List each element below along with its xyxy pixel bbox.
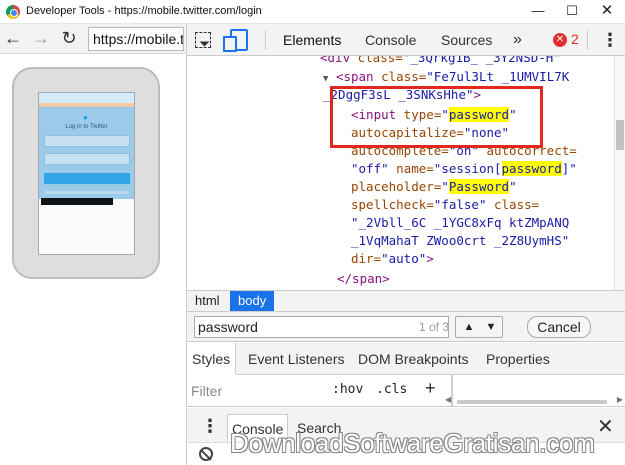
devtools-menu-icon[interactable]: ⋮ [601,28,619,52]
tree-line[interactable]: spellcheck="false" class= [351,196,539,214]
devtools-toolbar: Elements Console Sources » ✕ 2 ⋮ [186,24,625,56]
tab-event-listeners[interactable]: Event Listeners [248,343,345,375]
styles-filter-bar: Filter :hov .cls + ◀ ▶ [186,375,625,407]
search-nav-group: ▲ ▼ [455,316,503,338]
twitter-bird-icon: ● [83,113,88,122]
device-frame: ● Log in to Twitter [12,67,160,279]
styles-filter-input[interactable]: Filter [191,383,222,399]
maximize-button[interactable]: ☐ [554,0,590,24]
error-count[interactable]: 2 [571,31,579,47]
tab-styles[interactable]: Styles [187,343,237,375]
search-match: Password [448,179,510,194]
highlight-box-annotation [330,86,543,148]
search-next-button[interactable]: ▼ [480,317,502,337]
search-match: password [501,161,562,176]
tree-scrollbar[interactable] [614,56,625,290]
tree-line[interactable]: _1VqMahaT ZWoo0crt _2Z8UymHS" [351,232,569,250]
search-match-count: 1 of 3 [419,320,450,334]
close-window-button[interactable]: ✕ [589,0,625,24]
password-field[interactable] [44,153,130,165]
search-input[interactable]: password [194,316,449,338]
element-highlight-overlay: ● Log in to Twitter [39,107,134,199]
tree-line[interactable]: "off" name="session[password]" [351,160,577,178]
tab-sources[interactable]: Sources [441,24,492,56]
class-toggle[interactable]: .cls [376,382,407,397]
breadcrumb-body[interactable]: body [230,291,275,311]
breadcrumb-html[interactable]: html [187,291,228,311]
tree-line[interactable]: </span> [337,270,390,288]
minimize-button[interactable]: — [520,0,556,24]
device-toolbar-icon[interactable] [223,29,248,52]
tree-line[interactable]: dir="auto"> [351,250,434,268]
tree-line[interactable]: ▼ <span class="Fe7ul3Lt _1UMVIL7K [323,68,569,86]
address-bar[interactable]: https://mobile.twitter.com/login [88,27,184,51]
tree-line[interactable]: placeholder="Password" [351,178,517,196]
username-field[interactable] [44,135,130,147]
forward-button[interactable]: → [30,27,52,49]
element-tooltip [41,198,113,205]
device-viewport: ● Log in to Twitter [0,55,185,465]
styles-horizontal-scrollbar[interactable]: ◀ ▶ [445,395,623,405]
add-style-rule-button[interactable]: + [425,378,436,399]
tab-console[interactable]: Console [365,24,416,56]
collapse-triangle-icon[interactable]: ▼ [323,74,328,84]
cancel-button[interactable]: Cancel [527,316,591,338]
window-title: Developer Tools - https://mobile.twitter… [26,5,262,17]
tab-properties[interactable]: Properties [486,343,550,375]
hover-state-toggle[interactable]: :hov [332,382,363,397]
drawer-menu-icon[interactable]: ⋮ [201,416,219,437]
breadcrumb: html body [186,290,625,312]
inspect-element-icon[interactable] [195,32,211,48]
sidebar-tabs: Styles Event Listeners DOM Breakpoints P… [186,343,625,375]
watermark: DownloadSoftwareGratisan.com [230,428,595,458]
search-previous-button[interactable]: ▲ [458,317,480,337]
tree-scrollbar-thumb[interactable] [616,120,624,150]
find-bar: password 1 of 3 ▲ ▼ Cancel [186,312,625,342]
chrome-logo-icon [6,5,20,19]
scroll-right-icon[interactable]: ▶ [617,395,623,404]
tree-line[interactable]: <div class="_3Qrkg1B_ _3Y2NSD-H" [320,56,561,67]
clear-console-icon[interactable] [199,447,213,461]
window-titlebar: Developer Tools - https://mobile.twitter… [0,0,625,24]
scroll-left-icon[interactable]: ◀ [445,395,451,404]
drawer-close-icon[interactable]: ✕ [597,414,614,439]
tab-dom-breakpoints[interactable]: DOM Breakpoints [358,343,468,375]
device-screen[interactable]: ● Log in to Twitter [38,92,135,255]
error-icon[interactable]: ✕ [553,33,567,47]
login-heading: Log in to Twitter [65,124,108,130]
reload-button[interactable]: ↻ [58,27,80,49]
back-button[interactable]: ← [2,27,24,49]
tab-elements[interactable]: Elements [283,24,341,56]
login-button[interactable] [44,173,130,184]
tree-line[interactable]: "_2Vbll_6C _1YGC8xFq ktZMpANQ [351,214,569,232]
more-tabs-button[interactable]: » [513,24,522,56]
browser-toolbar: ← → ↻ https://mobile.twitter.com/login [0,24,186,54]
